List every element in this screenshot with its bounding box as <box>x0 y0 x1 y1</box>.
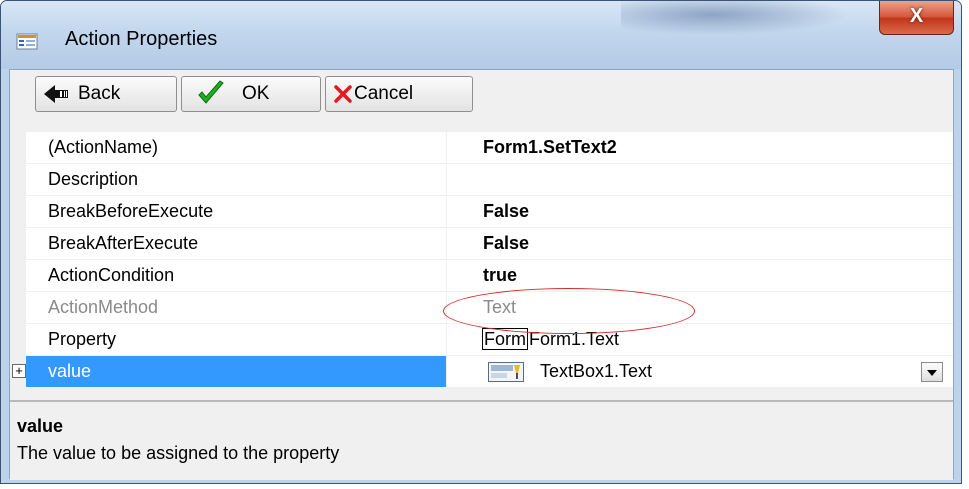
checkmark-icon <box>198 80 224 104</box>
property-name: BreakAfterExecute <box>26 228 447 259</box>
property-value[interactable] <box>448 164 953 195</box>
property-name: Description <box>26 164 447 195</box>
back-arrow-icon <box>44 85 68 103</box>
property-row-description[interactable]: Description <box>26 164 953 196</box>
property-value[interactable]: False <box>448 196 953 227</box>
title-bar-glow <box>621 1 851 35</box>
value-text: TextBox1.Text <box>540 361 653 381</box>
cancel-button[interactable]: Cancel <box>325 76 473 112</box>
ok-label: OK <box>242 83 270 104</box>
description-title: value <box>17 416 64 436</box>
chevron-down-icon[interactable] <box>921 362 943 382</box>
property-value[interactable]: Form1.SetText2 <box>448 132 953 163</box>
property-name: value <box>26 356 447 387</box>
title-bar[interactable]: Action Properties X <box>1 1 961 69</box>
toolbar: Back OK Cancel <box>10 70 953 125</box>
property-value[interactable]: TextBox1.Text <box>448 356 953 387</box>
window-client-area: Back OK Cancel (ActionName) Form1.SetTex… <box>9 69 954 480</box>
back-label: Back <box>78 83 121 104</box>
red-x-icon <box>334 85 352 103</box>
property-name: BreakBeforeExecute <box>26 196 447 227</box>
close-button[interactable]: X <box>879 1 954 35</box>
property-row-actioncondition[interactable]: ActionCondition true <box>26 260 953 292</box>
highlight-ellipse <box>443 288 695 334</box>
property-row-value[interactable]: + value TextBox1.Text <box>12 356 953 388</box>
expand-icon[interactable]: + <box>12 364 26 378</box>
close-icon: X <box>909 5 924 27</box>
back-button[interactable]: Back <box>35 76 177 112</box>
grid-gutter <box>18 132 26 388</box>
properties-window-icon <box>16 33 38 50</box>
property-row-breakbeforeexecute[interactable]: BreakBeforeExecute False <box>26 196 953 228</box>
property-name: ActionMethod <box>26 292 447 323</box>
description-panel: value The value to be assigned to the pr… <box>10 400 953 480</box>
ok-button[interactable]: OK <box>181 76 321 112</box>
window-title: Action Properties <box>65 28 218 50</box>
description-text: The value to be assigned to the property <box>17 443 340 463</box>
property-name: ActionCondition <box>26 260 447 291</box>
property-grid: (ActionName) Form1.SetText2 Description … <box>12 132 953 388</box>
action-properties-window: Action Properties X Back OK Cancel (Acti… <box>0 0 962 484</box>
property-name: Property <box>26 324 447 355</box>
property-name: (ActionName) <box>26 132 447 163</box>
property-row-actionname[interactable]: (ActionName) Form1.SetText2 <box>26 132 953 164</box>
textbox-icon <box>488 362 524 383</box>
property-value[interactable]: False <box>448 228 953 259</box>
cancel-label: Cancel <box>354 83 414 104</box>
property-row-breakafterexecute[interactable]: BreakAfterExecute False <box>26 228 953 260</box>
property-value[interactable]: true <box>448 260 953 291</box>
